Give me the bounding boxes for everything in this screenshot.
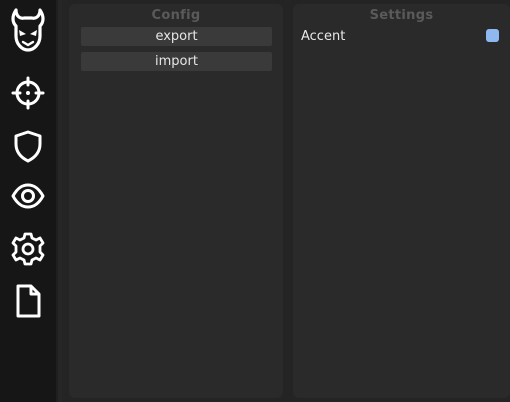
demon-logo-icon[interactable] — [8, 6, 48, 52]
config-panel: Config export import — [69, 4, 283, 398]
config-title: Config — [151, 8, 201, 23]
settings-panel: Settings Accent — [293, 4, 510, 398]
sidebar — [0, 0, 56, 402]
shield-icon[interactable] — [8, 126, 48, 166]
crosshair-icon[interactable] — [8, 73, 48, 113]
app-window: Config export import Settings Accent — [0, 0, 510, 402]
file-icon[interactable] — [8, 281, 48, 321]
main-area: Config export import Settings Accent — [62, 0, 510, 402]
import-button[interactable]: import — [81, 52, 272, 71]
accent-color-swatch[interactable] — [486, 29, 499, 42]
gear-icon[interactable] — [8, 229, 48, 269]
eye-icon[interactable] — [8, 176, 48, 216]
export-button[interactable]: export — [81, 27, 272, 46]
settings-title: Settings — [369, 8, 434, 23]
accent-label: Accent — [301, 29, 346, 44]
